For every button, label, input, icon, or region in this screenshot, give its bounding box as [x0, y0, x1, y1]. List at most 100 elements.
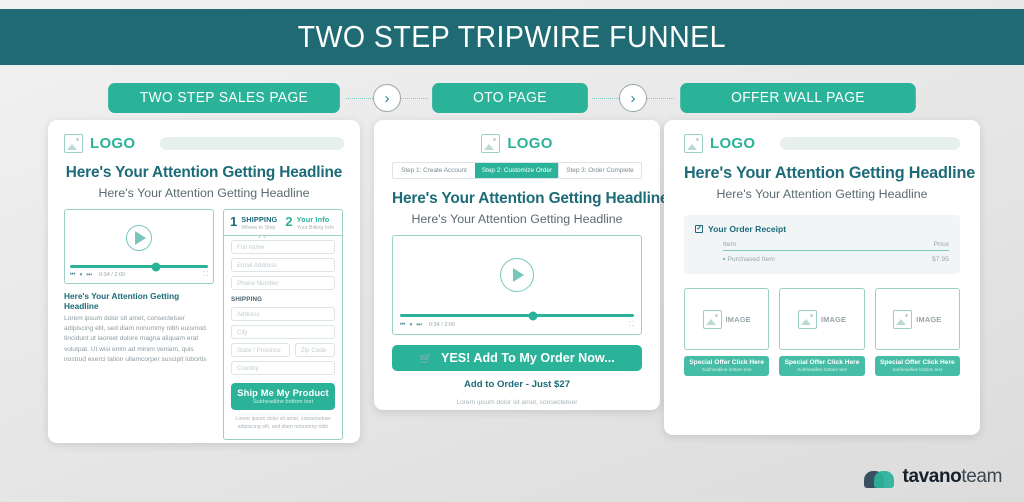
- logo-label: LOGO: [90, 135, 136, 152]
- offer-image-label: IMAGE: [916, 314, 942, 324]
- offer-tile-1: IMAGE Special Offer Click Here Subheadli…: [684, 288, 770, 376]
- offer-tile-3: IMAGE Special Offer Click Here Subheadli…: [874, 288, 960, 376]
- image-placeholder-icon: [893, 309, 913, 329]
- next-icon[interactable]: ⏭: [416, 322, 421, 329]
- ship-me-my-product-button[interactable]: Ship Me My Product Subheadline bottom te…: [231, 383, 335, 410]
- checkout-step-tabs: Step 1: Create Account Step 2: Customize…: [392, 162, 642, 179]
- oto-subheadline: Here's Your Attention Getting Headline: [411, 212, 623, 226]
- add-to-order-button[interactable]: 🛒 YES! Add To My Order Now...: [392, 345, 642, 371]
- image-placeholder-icon: [481, 134, 501, 153]
- receipt-col-price: Price: [933, 241, 950, 248]
- pause-icon[interactable]: ⏸: [79, 272, 82, 279]
- receipt-row: Purchased Item $7.95: [723, 256, 949, 263]
- offer-tiles: IMAGE Special Offer Click Here Subheadli…: [684, 288, 960, 376]
- chevron-right-icon: ›: [373, 84, 401, 112]
- special-offer-button[interactable]: Special Offer Click Here Subheadline bot…: [779, 356, 865, 376]
- shipping-form-panel: 1 SHIPPING Where to Ship 2 Your Info You…: [223, 209, 343, 440]
- special-offer-subtext: Subheadline bottom text: [797, 366, 847, 372]
- video-controls[interactable]: ⏮ ⏸ ⏭ 0:34 / 2:00 ⛶: [70, 271, 208, 279]
- form-step-2-title: Your Info: [296, 215, 330, 224]
- image-placeholder-icon: [684, 134, 703, 153]
- flow-step-label: OTO PAGE: [473, 90, 547, 106]
- video-progress-knob[interactable]: [528, 311, 538, 320]
- city-input[interactable]: City: [231, 325, 335, 339]
- sales-headline: Here's Your Attention Getting Headline: [65, 164, 343, 181]
- form-fine-print: Lorem ipsum dolor sit amet, consectetuer…: [235, 416, 331, 431]
- special-offer-subtext: Subheadline bottom text: [701, 366, 752, 372]
- form-step-1-sub: Where to Ship: [241, 225, 276, 231]
- sales-body-text: Lorem ipsum dolor sit amet, consectetuer…: [64, 315, 207, 363]
- brand-wordmark: tavanoteam: [902, 466, 1003, 488]
- receipt-table: Item Price Purchased Item $7.95: [723, 241, 949, 263]
- oto-headline: Here's Your Attention Getting Headline: [392, 190, 669, 207]
- fullscreen-icon[interactable]: ⛶: [203, 271, 208, 279]
- video-progress-knob[interactable]: [151, 262, 161, 271]
- flow-step-offer-wall-page[interactable]: OFFER WALL PAGE: [680, 83, 916, 113]
- oto-page-mockup: LOGO Step 1: Create Account Step 2: Cust…: [374, 120, 669, 410]
- special-offer-button[interactable]: Special Offer Click Here Subheadline bot…: [684, 356, 770, 376]
- image-placeholder-icon: [797, 309, 817, 329]
- address-input[interactable]: Address: [231, 307, 335, 321]
- tab-step-3-order-complete[interactable]: Step 3: Order Complete: [558, 163, 641, 178]
- sales-video-player[interactable]: ⏮ ⏸ ⏭ 0:34 / 2:00 ⛶: [64, 209, 214, 284]
- state-input[interactable]: State / Province: [231, 343, 290, 357]
- offerwall-subheadline: Here's Your Attention Getting Headline: [716, 187, 928, 201]
- offer-tile-2: IMAGE Special Offer Click Here Subheadli…: [779, 288, 865, 376]
- flow-step-two-step-sales-page[interactable]: TWO STEP SALES PAGE: [108, 83, 340, 113]
- logo-label: LOGO: [710, 135, 756, 152]
- receipt-title-row: Your Order Receipt: [695, 224, 949, 234]
- video-progress-bar[interactable]: [70, 262, 208, 271]
- form-step-1-number: 1: [230, 214, 238, 229]
- form-step-2[interactable]: 2 Your Info Your Billing Info: [285, 215, 334, 231]
- special-offer-label: Special Offer Click Here: [784, 359, 860, 366]
- prev-icon[interactable]: ⏮: [400, 322, 405, 329]
- funnel-flow-nav: TWO STEP SALES PAGE › OTO PAGE › OFFER W…: [0, 82, 1024, 114]
- connector-dots-left: [592, 97, 619, 99]
- zip-input[interactable]: Zip Code: [295, 343, 335, 357]
- special-offer-label: Special Offer Click Here: [879, 359, 955, 366]
- oto-logo-row: LOGO: [392, 134, 642, 153]
- image-placeholder-icon: [702, 309, 722, 329]
- prev-icon[interactable]: ⏮: [70, 272, 75, 279]
- tab-step-1-create-account[interactable]: Step 1: Create Account: [393, 163, 475, 178]
- special-offer-button[interactable]: Special Offer Click Here Subheadline bot…: [874, 356, 960, 376]
- video-time: 0:34 / 2:00: [428, 322, 456, 328]
- video-time: 0:34 / 2:00: [98, 272, 126, 278]
- tab-step-2-customize-order[interactable]: Step 2: Customize Order: [475, 163, 558, 178]
- oto-video-player[interactable]: ⏮ ⏸ ⏭ 0:34 / 2:00 ⛶: [392, 235, 642, 335]
- brand-light: team: [961, 466, 1002, 487]
- receipt-item-price: $7.95: [931, 256, 949, 263]
- form-step-2-sub: Your Billing Info: [296, 225, 334, 231]
- cta-label: Ship Me My Product: [237, 387, 329, 398]
- oto-fine-print: Lorem ipsum dolor sit amet, consectetuer: [456, 399, 578, 406]
- state-zip-row: State / Province Zip Code: [231, 343, 335, 357]
- video-progress-bar[interactable]: [400, 311, 634, 320]
- sales-logo-row: LOGO: [64, 134, 344, 153]
- email-input[interactable]: Email Address: [231, 258, 335, 272]
- video-controls[interactable]: ⏮ ⏸ ⏭ 0:34 / 2:00 ⛶: [400, 321, 634, 329]
- add-to-order-label: YES! Add To My Order Now...: [440, 351, 615, 365]
- offerwall-logo-row: LOGO: [684, 134, 960, 153]
- offer-image-placeholder: IMAGE: [779, 288, 865, 350]
- receipt-col-item: Item: [723, 241, 737, 248]
- country-input[interactable]: Country: [231, 361, 335, 375]
- play-button-icon[interactable]: [126, 224, 152, 251]
- sales-page-mockup: LOGO Here's Your Attention Getting Headl…: [48, 120, 360, 443]
- flow-step-oto-page[interactable]: OTO PAGE: [432, 83, 588, 113]
- fullscreen-icon[interactable]: ⛶: [629, 321, 634, 329]
- receipt-title: Your Order Receipt: [708, 224, 787, 234]
- phone-input[interactable]: Phone Number: [231, 276, 335, 290]
- brand-bold: tavano: [902, 466, 962, 487]
- offerwall-headline: Here's Your Attention Getting Headline: [684, 164, 976, 182]
- cta-subtext: Subheadline bottom text: [252, 399, 314, 405]
- order-receipt-panel: Your Order Receipt Item Price Purchased …: [684, 215, 960, 274]
- next-icon[interactable]: ⏭: [86, 272, 91, 279]
- play-button-icon[interactable]: [500, 258, 534, 292]
- connector-dots-right: [401, 97, 428, 99]
- receipt-table-header: Item Price: [723, 241, 949, 251]
- form-step-1[interactable]: 1 SHIPPING Where to Ship: [230, 215, 277, 231]
- form-step-1-title: SHIPPING: [241, 215, 278, 224]
- full-name-input[interactable]: Full name: [231, 240, 335, 254]
- pause-icon[interactable]: ⏸: [409, 322, 412, 329]
- page-header: TWO STEP TRIPWIRE FUNNEL: [0, 9, 1024, 65]
